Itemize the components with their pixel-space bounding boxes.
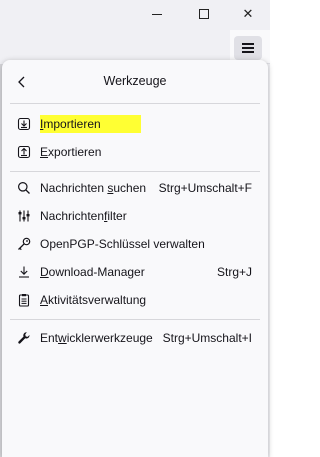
separator [10, 103, 260, 104]
minimize-icon [152, 13, 162, 15]
title-bar [0, 0, 270, 30]
app-menu-button[interactable] [234, 36, 262, 60]
menu-item-message-filters[interactable]: Nachrichtenfilter [10, 204, 260, 228]
hamburger-icon [242, 43, 254, 53]
maximize-button[interactable] [192, 4, 216, 24]
menu-item-label: Aktivitätsverwaltung [40, 293, 147, 307]
menu-item-search-messages[interactable]: Nachrichten suchen Strg+Umschalt+F [10, 176, 260, 200]
panel-header: Werkzeuge [2, 60, 268, 102]
close-icon: ✕ [242, 6, 254, 22]
menu-item-openpgp-keys[interactable]: OpenPGP-Schlüssel verwalten [10, 232, 260, 256]
shortcut-label: Strg+J [216, 265, 252, 279]
menu-item-label: Download-Manager [40, 265, 145, 279]
menu-item-label: Exportieren [40, 145, 102, 159]
separator [10, 171, 260, 172]
minimize-button[interactable] [145, 4, 169, 24]
menu-item-label: OpenPGP-Schlüssel verwalten [40, 237, 205, 251]
menu-item-developer-tools[interactable]: Entwicklerwerkzeuge Strg+Umschalt+I [10, 326, 260, 350]
shortcut-label: Strg+Umschalt+I [162, 331, 252, 345]
search-icon [16, 180, 32, 196]
filter-sliders-icon [16, 208, 32, 224]
maximize-icon [199, 9, 209, 19]
menu-item-label: Entwicklerwerkzeuge [40, 331, 153, 345]
separator [10, 319, 260, 320]
menu-item-activity-manager[interactable]: Aktivitätsverwaltung [10, 288, 260, 312]
panel-title: Werkzeuge [103, 74, 167, 88]
wrench-icon [16, 330, 32, 346]
import-icon [16, 116, 32, 132]
menu-item-import[interactable]: Importieren [10, 112, 260, 136]
shortcut-label: Strg+Umschalt+F [158, 181, 252, 195]
menu-item-label: Nachrichten suchen [40, 181, 147, 195]
key-icon [16, 236, 32, 252]
export-icon [16, 144, 32, 160]
menu-item-download-manager[interactable]: Download-Manager Strg+J [10, 260, 260, 284]
menu-item-label: Nachrichtenfilter [40, 209, 127, 223]
tools-panel: Werkzeuge Importieren Exportieren Nachri… [2, 60, 268, 457]
menu-item-label: Importieren [40, 117, 101, 131]
download-icon [16, 264, 32, 280]
menu-item-export[interactable]: Exportieren [10, 140, 260, 164]
close-button[interactable]: ✕ [236, 4, 260, 24]
toolbar-area [0, 30, 230, 64]
clipboard-icon [16, 292, 32, 308]
